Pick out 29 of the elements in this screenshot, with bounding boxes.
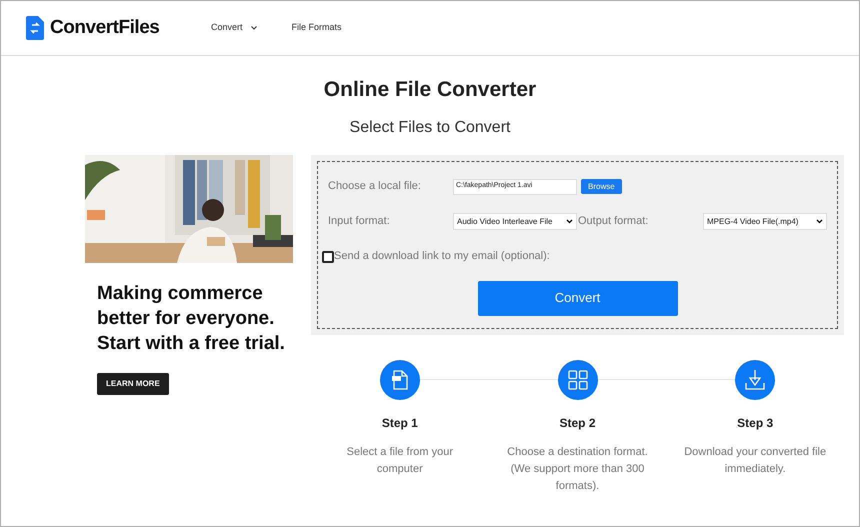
logo-text[interactable]: ConvertFiles [50,14,160,42]
convert-button[interactable]: Convert [478,280,678,316]
output-format-dropdown[interactable]: MPEG-4 Video File(.mp4) [703,213,827,230]
field-label: Input format: [328,214,391,230]
logo-icon [26,16,44,40]
step-description: Choose a destination format. (We support more than 300 formats). [506,444,649,494]
input-format-dropdown[interactable]: Audio Video Interleave File [453,213,577,230]
nav-link[interactable]: File Formats [292,21,342,35]
page-subtitle: Select Files to Convert [350,118,510,138]
email-checkbox[interactable] [322,250,334,262]
step-title: Step 1 [382,414,418,432]
file-icon [380,360,420,400]
nav-menu[interactable]: Convert [211,21,257,35]
checkbox-label: Send a download link to my email (optional): [334,249,550,264]
learn-more-button[interactable]: LEARN MORE [97,372,169,394]
ad-headline: Making commerce better for everyone. Start with a free trial. [97,282,286,356]
caret-icon [566,219,573,224]
field-label: Choose a local file: [328,179,422,194]
step-description: Download your converted file immediately. [683,444,828,476]
chevron-icon [250,26,257,30]
page-title: Online File Converter [324,77,536,103]
step-description: Select a file from your computer [346,444,454,476]
browse-button[interactable]: Browse [581,179,622,194]
caret-icon [816,219,823,224]
field-label: Output format: [578,214,650,230]
download-icon [735,360,776,400]
grid-icon [558,360,598,400]
step-title: Step 2 [560,414,596,432]
step-title: Step 3 [737,414,774,432]
